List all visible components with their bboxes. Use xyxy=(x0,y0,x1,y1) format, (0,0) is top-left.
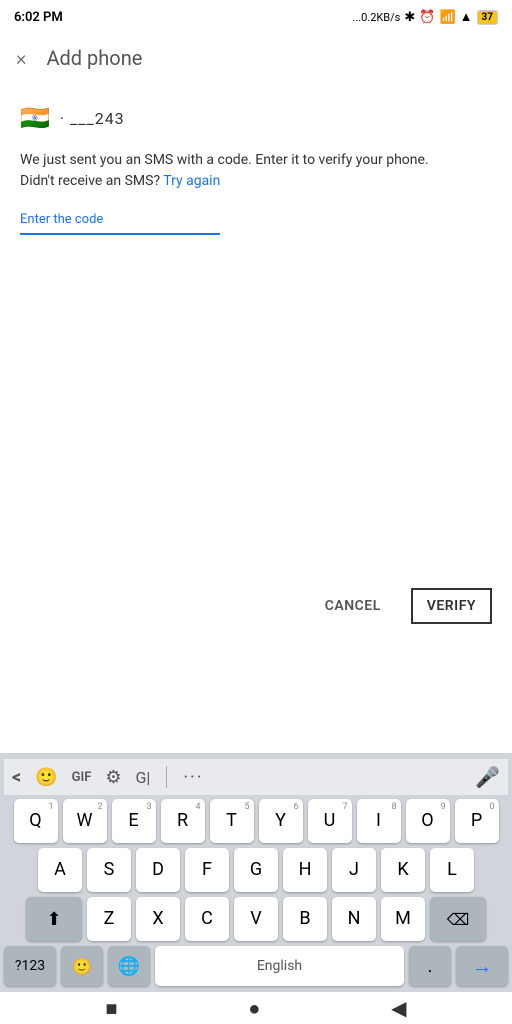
key-z[interactable]: Z xyxy=(87,897,131,941)
cancel-button[interactable]: CANCEL xyxy=(315,590,391,622)
key-h[interactable]: H xyxy=(283,848,327,892)
keyboard-back-icon[interactable]: < xyxy=(12,767,21,788)
key-t[interactable]: 5T xyxy=(210,799,254,843)
period-key[interactable]: . xyxy=(409,946,451,986)
key-l[interactable]: L xyxy=(430,848,474,892)
key-o[interactable]: 9O xyxy=(406,799,450,843)
backspace-key[interactable]: ⌫ xyxy=(430,897,486,941)
status-icons: ...0.2KB/s ✱ ⏰ 📶 ▲ 37 xyxy=(352,9,498,25)
keyboard-row-3: ⬆ Z X C V B N M ⌫ xyxy=(4,897,508,941)
code-input-label: Enter the code xyxy=(20,212,492,227)
key-y[interactable]: 6Y xyxy=(259,799,303,843)
main-content: 🇮🇳 · ___243 We just sent you an SMS with… xyxy=(0,84,512,249)
key-q[interactable]: 1Q xyxy=(14,799,58,843)
header: × Add phone xyxy=(0,32,512,84)
globe-key[interactable]: 🌐 xyxy=(108,946,150,986)
sms-text: We just sent you an SMS with a code. Ent… xyxy=(20,152,429,168)
keyboard-mic-icon[interactable]: 🎤 xyxy=(475,765,500,789)
enter-key[interactable]: → xyxy=(456,946,508,986)
no-sms-text: Didn't receive an SMS? xyxy=(20,173,160,189)
key-c[interactable]: C xyxy=(185,897,229,941)
key-k[interactable]: K xyxy=(381,848,425,892)
key-e[interactable]: 3E xyxy=(112,799,156,843)
key-j[interactable]: J xyxy=(332,848,376,892)
phone-row: 🇮🇳 · ___243 xyxy=(20,104,492,132)
key-u[interactable]: 7U xyxy=(308,799,352,843)
nav-back-icon[interactable]: ◀ xyxy=(391,996,406,1020)
battery-icon: 37 xyxy=(477,10,498,25)
action-buttons: CANCEL VERIFY xyxy=(0,578,512,634)
key-p[interactable]: 0P xyxy=(455,799,499,843)
verify-button[interactable]: VERIFY xyxy=(411,588,492,624)
key-g[interactable]: G xyxy=(234,848,278,892)
nav-bar: ■ ● ◀ xyxy=(0,992,512,1024)
phone-number: · ___243 xyxy=(60,109,125,128)
status-bar: 6:02 PM ...0.2KB/s ✱ ⏰ 📶 ▲ 37 xyxy=(0,0,512,32)
keyboard-more-icon[interactable]: ··· xyxy=(183,767,203,788)
toolbar-separator xyxy=(166,766,167,788)
try-again-link[interactable]: Try again xyxy=(163,173,220,189)
key-f[interactable]: F xyxy=(185,848,229,892)
key-x[interactable]: X xyxy=(136,897,180,941)
wifi-icon: ▲ xyxy=(460,9,473,25)
keyboard-translate-icon[interactable]: G| xyxy=(136,768,151,787)
key-d[interactable]: D xyxy=(136,848,180,892)
nav-stop-icon[interactable]: ■ xyxy=(105,996,117,1021)
shift-key[interactable]: ⬆ xyxy=(26,897,82,941)
key-b[interactable]: B xyxy=(283,897,327,941)
nav-home-icon[interactable]: ● xyxy=(248,996,260,1021)
key-r[interactable]: 4R xyxy=(161,799,205,843)
close-button[interactable]: × xyxy=(16,46,26,70)
keyboard-settings-icon[interactable]: ⚙ xyxy=(105,767,121,788)
sms-message: We just sent you an SMS with a code. Ent… xyxy=(20,150,492,192)
alarm-icon: ⏰ xyxy=(419,10,435,25)
key-s[interactable]: S xyxy=(87,848,131,892)
key-v[interactable]: V xyxy=(234,897,278,941)
network-speed: ...0.2KB/s xyxy=(352,11,400,24)
keyboard-toolbar: < 🙂 GIF ⚙ G| ··· 🎤 xyxy=(4,759,508,795)
key-n[interactable]: N xyxy=(332,897,376,941)
emoji-key[interactable]: 🙂 xyxy=(61,946,103,986)
keyboard-row-2: A S D F G H J K L xyxy=(4,848,508,892)
page-title: Add phone xyxy=(46,46,142,70)
space-key[interactable]: English xyxy=(155,946,404,986)
keyboard-row-1: 1Q 2W 3E 4R 5T 6Y 7U 8I 9O 0P xyxy=(4,799,508,843)
bluetooth-icon: ✱ xyxy=(404,10,415,25)
signal-icon: 📶 xyxy=(439,10,455,25)
keyboard-emoji-toolbar-icon[interactable]: 🙂 xyxy=(35,767,57,788)
key-w[interactable]: 2W xyxy=(63,799,107,843)
num-sym-key[interactable]: ?123 xyxy=(4,946,56,986)
keyboard-bottom-row: ?123 🙂 🌐 English . → xyxy=(4,946,508,986)
key-i[interactable]: 8I xyxy=(357,799,401,843)
code-input-underline xyxy=(20,233,220,235)
status-time: 6:02 PM xyxy=(14,10,63,25)
key-a[interactable]: A xyxy=(38,848,82,892)
keyboard: < 🙂 GIF ⚙ G| ··· 🎤 1Q 2W 3E 4R 5T 6Y 7U … xyxy=(0,753,512,992)
key-m[interactable]: M xyxy=(381,897,425,941)
india-flag-icon: 🇮🇳 xyxy=(20,104,50,132)
keyboard-gif-icon[interactable]: GIF xyxy=(72,770,92,785)
